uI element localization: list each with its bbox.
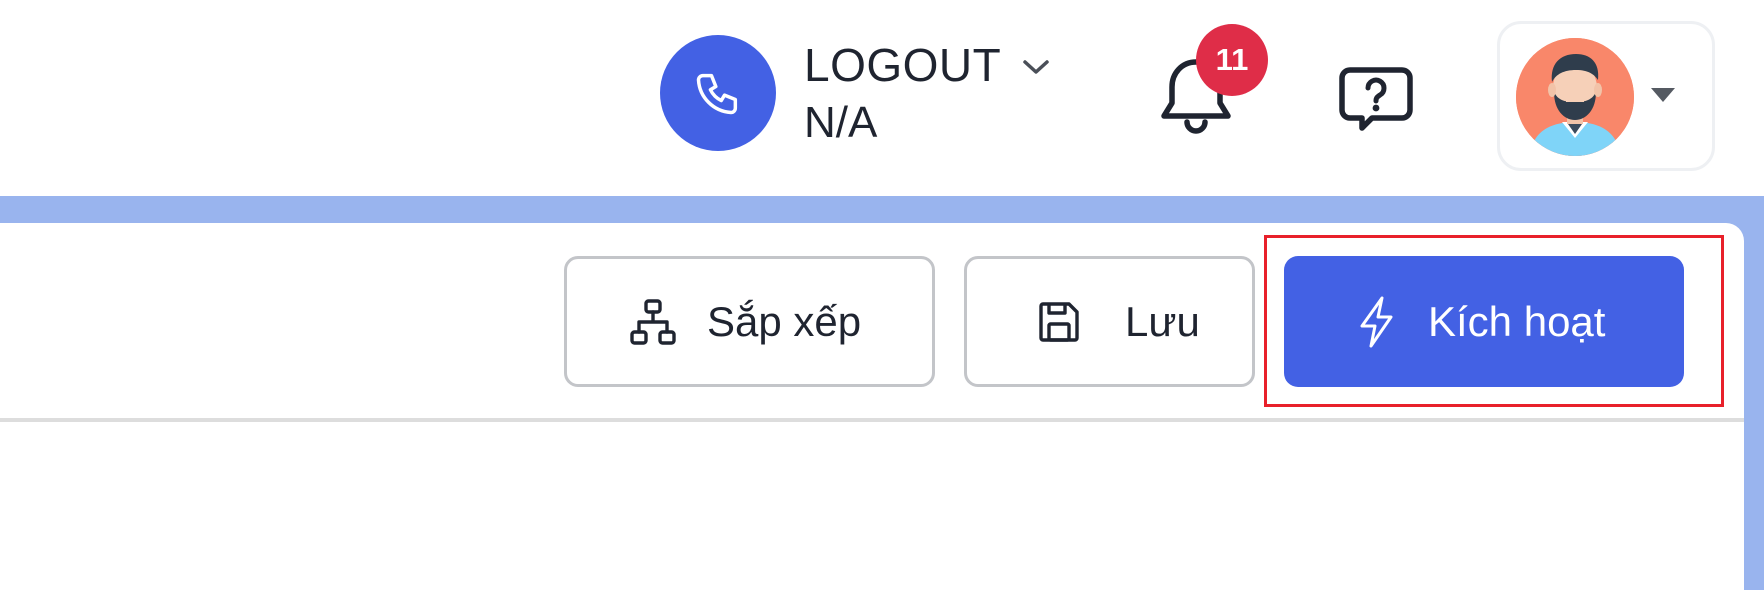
floppy-disk-icon [1037,300,1081,344]
user-profile-menu[interactable] [1497,21,1715,171]
arrange-button[interactable]: Sắp xếp [564,256,935,387]
save-button-label: Lưu [1125,297,1200,345]
arrange-button-label: Sắp xếp [707,297,862,345]
activate-button-label: Kích hoạt [1428,297,1606,345]
sitemap-icon [629,298,677,346]
help-button[interactable] [1336,62,1416,142]
phone-icon [692,67,744,119]
save-button[interactable]: Lưu [964,256,1255,387]
top-header: LOGOUT N/A 11 [0,0,1764,196]
call-status-label: LOGOUT [804,39,1002,91]
notification-count-badge: 11 [1196,24,1268,96]
page: LOGOUT N/A 11 Sắp xếp Lưu Kích hoạt [0,0,1764,590]
caret-down-icon [1650,87,1676,108]
call-status-button[interactable] [660,35,776,151]
call-status-sublabel: N/A [804,98,878,147]
toolbar-divider [0,418,1744,422]
notifications-button[interactable]: 11 [1156,24,1268,138]
activate-button[interactable]: Kích hoạt [1284,256,1684,387]
lightning-icon [1356,295,1396,349]
user-avatar [1516,38,1634,156]
chevron-down-icon [1021,57,1051,77]
call-status-dropdown[interactable]: LOGOUT N/A [804,38,1051,152]
help-chat-icon [1336,62,1416,142]
